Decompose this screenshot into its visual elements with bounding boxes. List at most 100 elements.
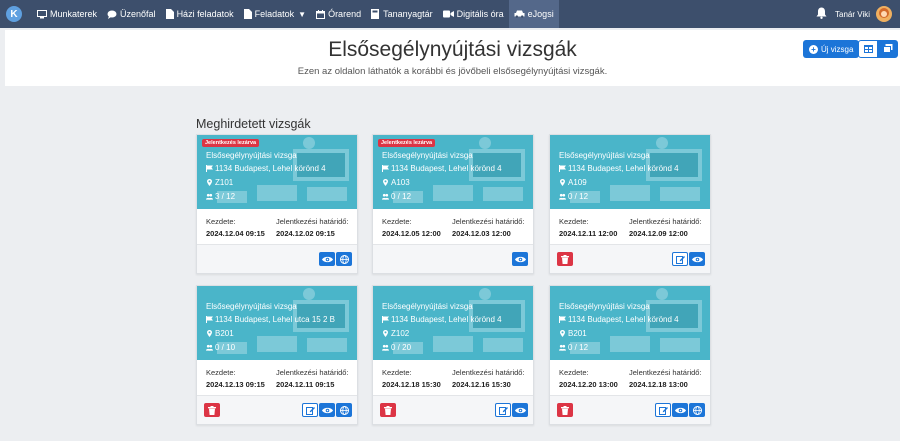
address-text: 1134 Budapest, Lehel körönd 4 bbox=[215, 164, 326, 173]
nav-item-ejogsi[interactable]: eJogsi bbox=[508, 0, 559, 28]
card-participants: 0 / 12 bbox=[559, 192, 588, 201]
eye-icon bbox=[674, 407, 686, 413]
card-header: Elsősegélynyújtási vizsga 1134 Budapest, … bbox=[197, 286, 357, 360]
users-icon bbox=[382, 193, 389, 200]
view-button[interactable] bbox=[689, 252, 705, 266]
card-title: Elsősegélynyújtási vizsga bbox=[206, 151, 297, 160]
start-value: 2024.12.13 09:15 bbox=[206, 380, 265, 389]
card-title: Elsősegélynyújtási vizsga bbox=[559, 151, 650, 160]
deadline-label: Jelentkezési határidő: bbox=[452, 368, 525, 377]
monitor-icon bbox=[37, 9, 47, 19]
card-address: 1134 Budapest, Lehel körönd 4 bbox=[382, 315, 502, 324]
nav-item-hazi-feladatok[interactable]: Házi feladatok bbox=[161, 0, 239, 28]
flag-icon bbox=[206, 316, 213, 323]
room-text: B201 bbox=[568, 329, 587, 338]
edit-button[interactable] bbox=[302, 403, 318, 417]
video-camera-icon bbox=[442, 10, 454, 18]
room-text: A103 bbox=[391, 178, 410, 187]
plus-circle-icon: + bbox=[809, 44, 818, 54]
delete-button[interactable] bbox=[557, 252, 573, 266]
avatar[interactable] bbox=[876, 6, 892, 22]
location-pin-icon bbox=[207, 330, 212, 337]
card-room: Z101 bbox=[206, 178, 233, 187]
nav-item-feladatok[interactable]: Feladatok ▼ bbox=[239, 0, 311, 28]
users-icon bbox=[206, 344, 213, 351]
bell-icon[interactable] bbox=[816, 7, 827, 21]
deadline-label: Jelentkezési határidő: bbox=[276, 217, 349, 226]
participants-text: 0 / 12 bbox=[568, 343, 589, 352]
user-name[interactable]: Tanár Viki bbox=[835, 10, 870, 19]
table-view-button[interactable] bbox=[858, 40, 878, 58]
nav-item-munkaterek[interactable]: Munkaterek bbox=[32, 0, 102, 28]
nav-item-digitalis-ora[interactable]: Digitális óra bbox=[438, 0, 509, 28]
card-view-button[interactable] bbox=[878, 40, 898, 58]
app-logo[interactable]: K bbox=[6, 6, 22, 22]
location-pin-icon bbox=[383, 330, 388, 337]
deadline-value: 2024.12.11 09:15 bbox=[276, 380, 335, 389]
flag-icon bbox=[559, 316, 566, 323]
card-actions bbox=[373, 396, 533, 424]
start-label: Kezdete: bbox=[206, 368, 236, 377]
document-icon bbox=[165, 9, 174, 19]
nav-item-uzenofal[interactable]: Üzenőfal bbox=[102, 0, 161, 28]
nav-item-tananyagtar[interactable]: Tananyagtár bbox=[366, 0, 438, 28]
location-pin-icon bbox=[560, 330, 565, 337]
deadline-label: Jelentkezési határidő: bbox=[629, 368, 702, 377]
room-text: B201 bbox=[215, 329, 234, 338]
edit-button[interactable] bbox=[672, 252, 688, 266]
nav-label: Üzenőfal bbox=[120, 9, 156, 19]
publish-button[interactable] bbox=[336, 403, 352, 417]
card-dates: Kezdete: Jelentkezési határidő: 2024.12.04… bbox=[197, 209, 357, 245]
publish-button[interactable] bbox=[336, 252, 352, 266]
card-dates: Kezdete: Jelentkezési határidő: 2024.12.05… bbox=[373, 209, 533, 245]
view-button[interactable] bbox=[512, 252, 528, 266]
eye-icon bbox=[691, 256, 703, 262]
exam-card: Elsősegélynyújtási vizsga 1134 Budapest, … bbox=[549, 134, 711, 274]
room-text: Z101 bbox=[215, 178, 234, 187]
edit-icon bbox=[305, 406, 315, 415]
card-title: Elsősegélynyújtási vizsga bbox=[206, 302, 297, 311]
view-button[interactable] bbox=[672, 403, 688, 417]
participants-text: 0 / 10 bbox=[215, 343, 236, 352]
nav-item-orarend[interactable]: Órarend bbox=[311, 0, 366, 28]
cards-icon bbox=[883, 40, 893, 58]
nav-label: Tananyagtár bbox=[383, 9, 433, 19]
start-label: Kezdete: bbox=[206, 217, 236, 226]
view-button[interactable] bbox=[512, 403, 528, 417]
trash-icon bbox=[208, 405, 216, 415]
start-value: 2024.12.05 12:00 bbox=[382, 229, 441, 238]
view-button[interactable] bbox=[319, 403, 335, 417]
edit-button[interactable] bbox=[495, 403, 511, 417]
card-actions bbox=[373, 245, 533, 273]
new-exam-button[interactable]: + Új vizsga bbox=[803, 40, 860, 58]
card-dates: Kezdete: Jelentkezési határidő: 2024.12.11… bbox=[550, 209, 710, 245]
edit-button[interactable] bbox=[655, 403, 671, 417]
deadline-value: 2024.12.02 09:15 bbox=[276, 229, 335, 238]
flag-icon bbox=[559, 165, 566, 172]
card-room: B201 bbox=[206, 329, 234, 338]
card-actions bbox=[197, 396, 357, 424]
card-header: Elsősegélynyújtási vizsga 1134 Budapest, … bbox=[550, 286, 710, 360]
card-room: A109 bbox=[559, 178, 587, 187]
delete-button[interactable] bbox=[557, 403, 573, 417]
location-pin-icon bbox=[560, 179, 565, 186]
start-value: 2024.12.04 09:15 bbox=[206, 229, 265, 238]
start-value: 2024.12.11 12:00 bbox=[559, 229, 618, 238]
globe-icon bbox=[692, 405, 702, 415]
card-dates: Kezdete: Jelentkezési határidő: 2024.12.18… bbox=[373, 360, 533, 396]
card-address: 1134 Budapest, Lehel körönd 4 bbox=[382, 164, 502, 173]
start-label: Kezdete: bbox=[559, 368, 589, 377]
delete-button[interactable] bbox=[380, 403, 396, 417]
car-icon bbox=[514, 10, 525, 18]
deadline-label: Jelentkezési határidő: bbox=[276, 368, 349, 377]
start-value: 2024.12.20 13:00 bbox=[559, 380, 618, 389]
card-participants: 0 / 12 bbox=[559, 343, 588, 352]
participants-text: 3 / 12 bbox=[215, 192, 236, 201]
publish-button[interactable] bbox=[689, 403, 705, 417]
nav-label: Órarend bbox=[328, 9, 362, 19]
delete-button[interactable] bbox=[204, 403, 220, 417]
trash-icon bbox=[384, 405, 392, 415]
card-room: A103 bbox=[382, 178, 410, 187]
view-button[interactable] bbox=[319, 252, 335, 266]
card-title: Elsősegélynyújtási vizsga bbox=[559, 302, 650, 311]
